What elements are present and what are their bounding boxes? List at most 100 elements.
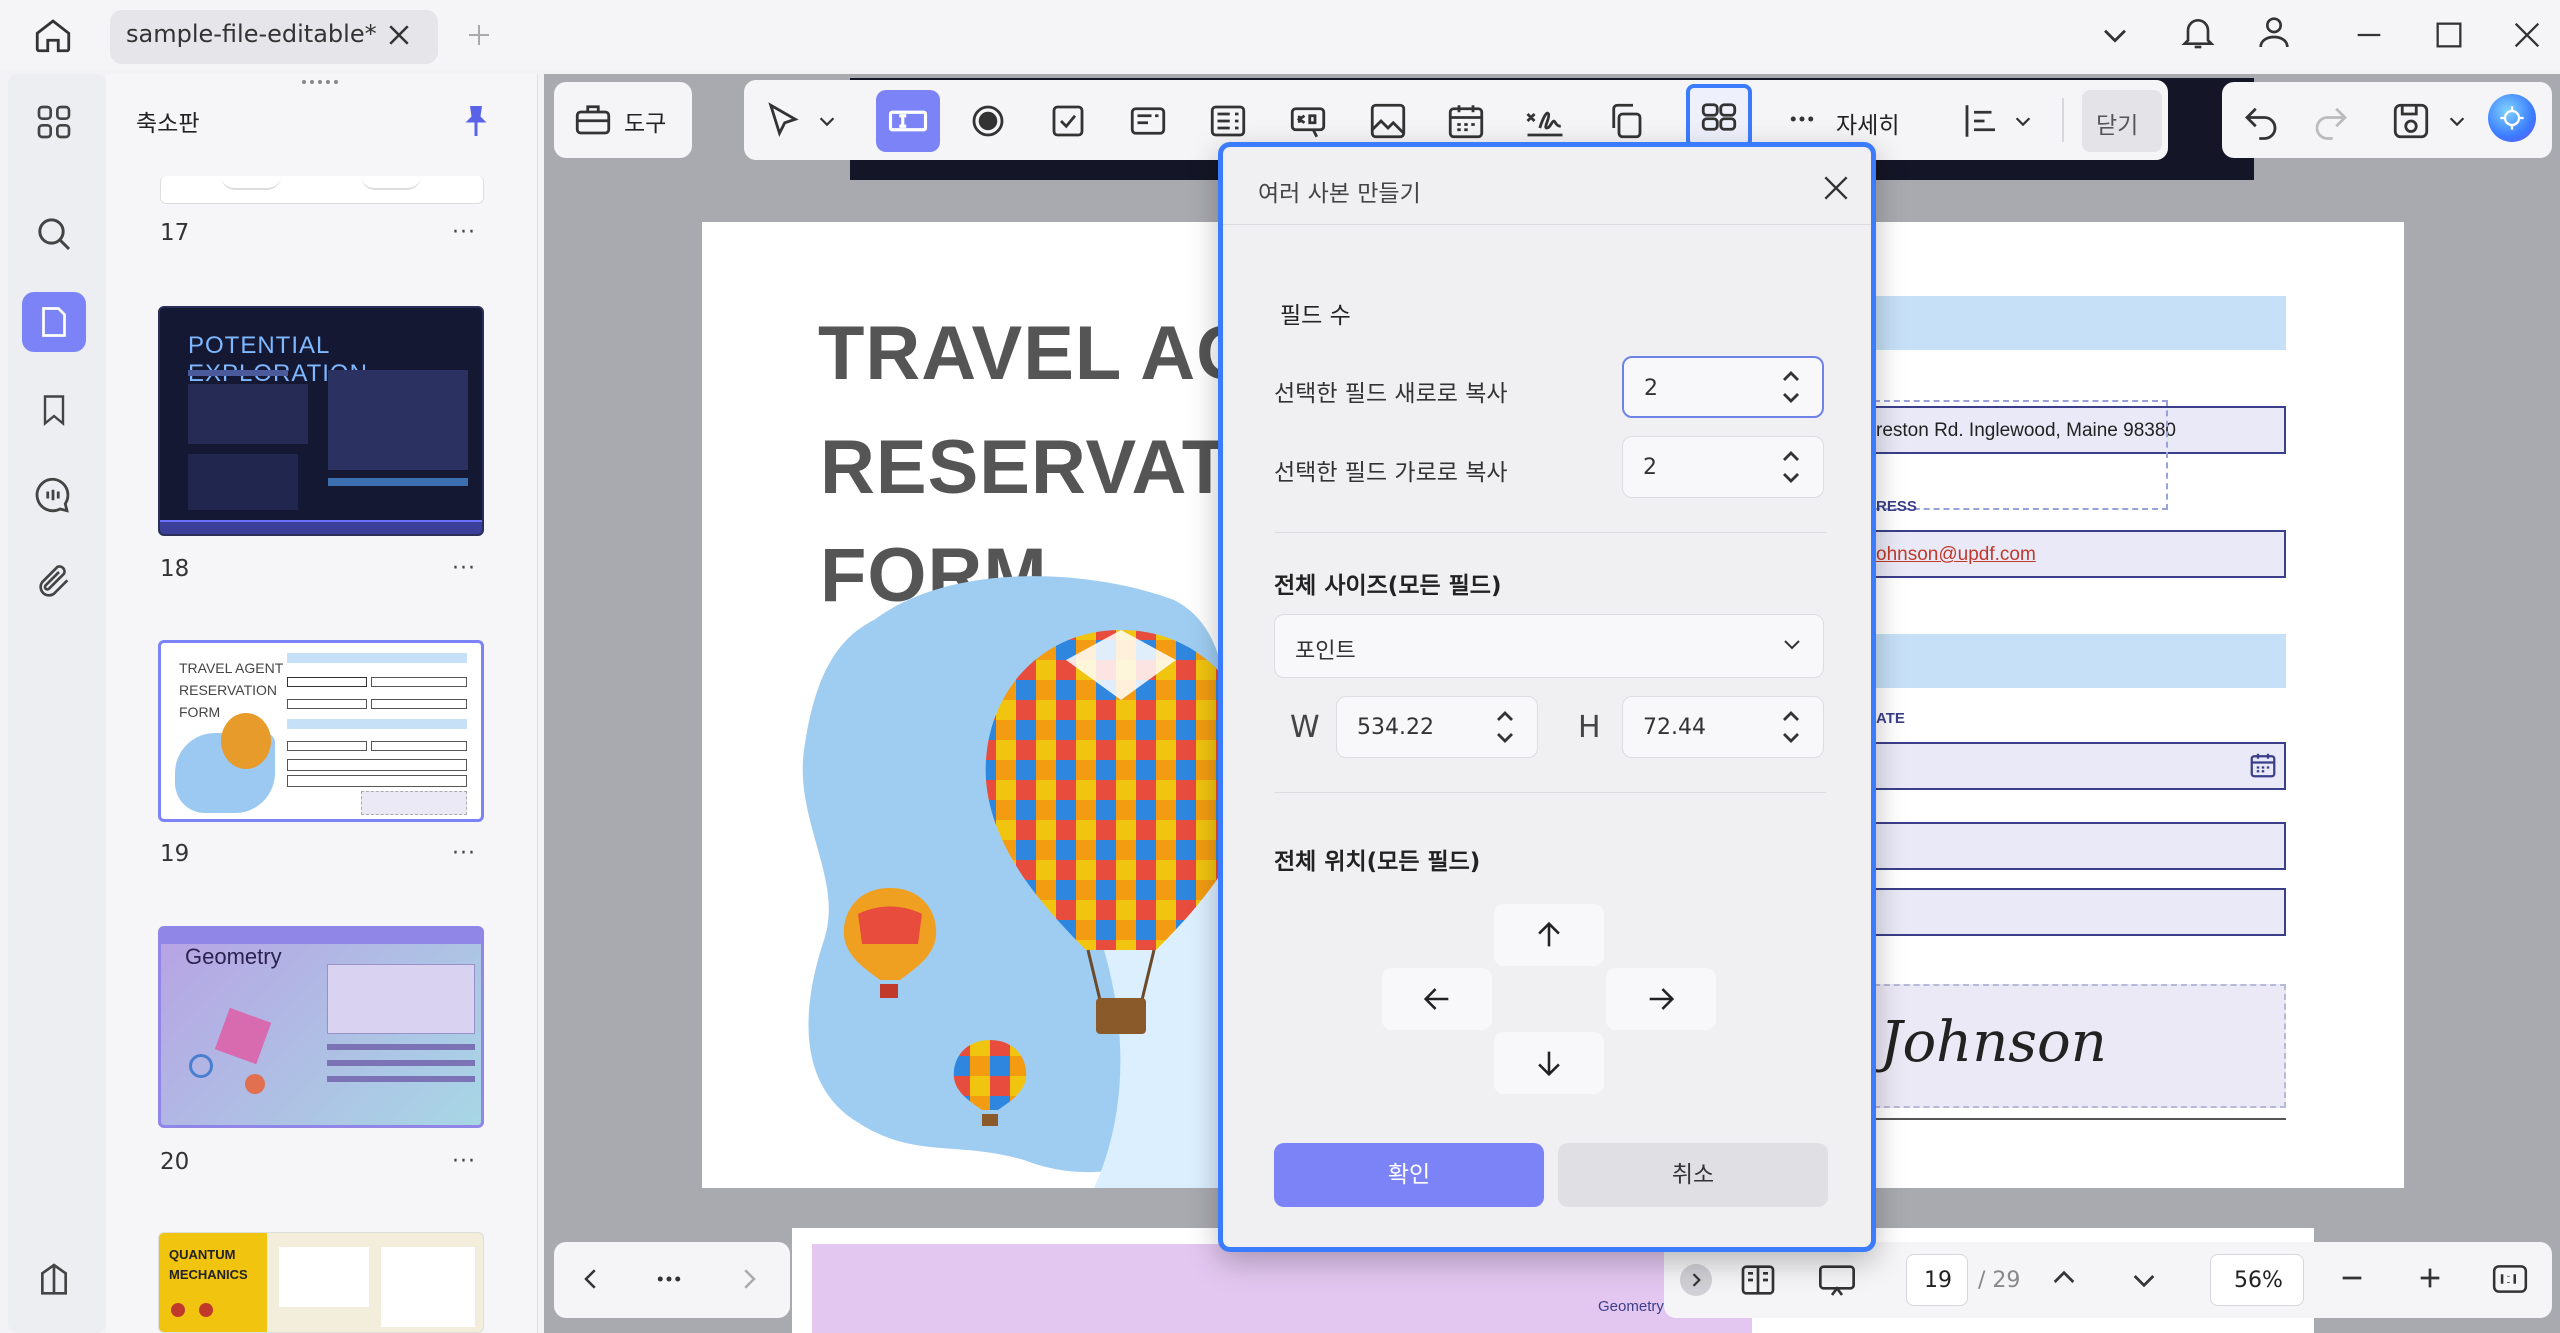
thumbnail-20-heading: Geometry xyxy=(185,944,282,969)
text-field-icon xyxy=(887,100,929,142)
page-19-more-button[interactable]: ··· xyxy=(452,841,476,866)
presentation-icon[interactable] xyxy=(1816,1260,1858,1300)
unit-selected-value: 포인트 xyxy=(1295,639,1356,664)
document-tab-title: sample-file-editable* xyxy=(126,20,377,48)
date-field[interactable] xyxy=(1874,742,2286,790)
toolbar-divider xyxy=(2062,98,2064,142)
position-heading: 전체 위치(모든 필드) xyxy=(1274,849,1481,875)
balloon-medium xyxy=(838,884,942,1004)
combo-box-icon[interactable] xyxy=(1127,100,1169,142)
minimize-icon[interactable] xyxy=(2352,18,2386,52)
page-layout-icon[interactable] xyxy=(1738,1260,1778,1300)
undo-icon[interactable] xyxy=(2240,100,2282,142)
copy-vertical-label: 선택한 필드 새로로 복사 xyxy=(1274,381,1508,407)
page-17-more-button[interactable]: ··· xyxy=(452,220,476,245)
arrow-right-icon xyxy=(1644,982,1678,1016)
calendar-icon[interactable] xyxy=(2248,750,2278,780)
chevron-down-icon[interactable] xyxy=(2098,18,2132,52)
maximize-icon[interactable] xyxy=(2432,18,2466,52)
page-thumbnail-21[interactable]: QUANTUM MECHANICS xyxy=(158,1232,484,1333)
select-cursor-icon[interactable] xyxy=(762,100,804,142)
height-stepper-icon[interactable] xyxy=(1780,706,1802,748)
checkbox-icon[interactable] xyxy=(1047,100,1089,142)
dialog-close-icon[interactable] xyxy=(1820,172,1852,204)
save-icon[interactable] xyxy=(2390,100,2432,142)
comment-icon[interactable] xyxy=(32,474,74,516)
tools-label: 도구 xyxy=(624,111,667,137)
page-thumbnail-18[interactable]: POTENTIAL EXPLORATION xyxy=(158,306,484,536)
page-up-icon[interactable] xyxy=(2048,1262,2080,1294)
panel-title: 축소판 xyxy=(136,111,200,137)
email-value: ohnson@updf.com xyxy=(1876,544,2036,565)
close-window-icon[interactable] xyxy=(2510,18,2544,52)
zoom-in-icon[interactable] xyxy=(2414,1262,2446,1294)
checkbox-row-field-1[interactable] xyxy=(1874,822,2286,870)
panel-drag-handle[interactable] xyxy=(302,80,338,88)
align-left-icon[interactable] xyxy=(1960,100,2002,142)
close-tab-icon[interactable] xyxy=(384,20,414,50)
bell-icon[interactable] xyxy=(2178,12,2218,52)
date-field-icon[interactable] xyxy=(1445,100,1487,142)
zoom-out-icon[interactable] xyxy=(2336,1262,2368,1294)
cancel-button[interactable]: 취소 xyxy=(1558,1143,1828,1207)
account-icon[interactable] xyxy=(2254,12,2294,52)
checkbox-row-field-2[interactable] xyxy=(1874,888,2286,936)
page-icon xyxy=(36,303,72,341)
copy-horizontal-value: 2 xyxy=(1643,455,1657,480)
signature-value: Johnson xyxy=(1880,1010,2107,1075)
dialog-header-divider xyxy=(1223,224,1871,225)
redo-icon[interactable] xyxy=(2310,100,2352,142)
page-down-icon[interactable] xyxy=(2128,1264,2160,1296)
search-icon[interactable] xyxy=(34,214,74,254)
current-page-value: 19 xyxy=(1924,1268,1952,1293)
total-pages-label: / 29 xyxy=(1978,1268,2021,1293)
signature-field-icon[interactable] xyxy=(1524,100,1566,142)
page-18-more-button[interactable]: ··· xyxy=(452,556,476,581)
toolbox-icon xyxy=(572,98,614,140)
width-stepper-icon[interactable] xyxy=(1494,706,1516,748)
height-label: H xyxy=(1578,710,1601,745)
page-thumbnail-19[interactable]: TRAVEL AGENT RESERVATION FORM xyxy=(158,640,484,822)
theme-icon[interactable] xyxy=(34,1260,74,1300)
copy-horizontal-stepper-icon[interactable] xyxy=(1780,446,1802,488)
left-rail xyxy=(8,74,106,1333)
apps-grid-icon[interactable] xyxy=(34,102,74,142)
section-header-bar-1 xyxy=(1874,296,2286,350)
arrow-down-icon xyxy=(1532,1046,1566,1080)
unit-select[interactable]: 포인트 xyxy=(1274,614,1824,678)
attachment-icon[interactable] xyxy=(34,562,74,602)
new-tab-icon[interactable] xyxy=(464,20,494,50)
more-label: 자세히 xyxy=(1836,113,1900,139)
cursor-dropdown-icon[interactable] xyxy=(816,110,838,132)
page-20-more-button[interactable]: ··· xyxy=(452,1149,476,1174)
field-selection-outline[interactable] xyxy=(1874,400,2168,510)
section-header-bar-2 xyxy=(1874,634,2286,688)
next-page-icon[interactable] xyxy=(734,1264,764,1294)
next-page-banner xyxy=(812,1244,1752,1333)
duplicate-field-icon[interactable] xyxy=(1605,100,1647,142)
actual-size-icon[interactable] xyxy=(2490,1260,2530,1298)
button-field-icon[interactable] xyxy=(1287,100,1329,142)
nav-more-icon[interactable] xyxy=(652,1264,686,1294)
align-dropdown-icon[interactable] xyxy=(2012,110,2034,132)
copy-vertical-stepper-icon[interactable] xyxy=(1780,366,1802,408)
balloon-small xyxy=(950,1036,1030,1130)
save-dropdown-icon[interactable] xyxy=(2446,110,2468,132)
dialog-section-divider-2 xyxy=(1274,792,1826,793)
home-icon[interactable] xyxy=(32,14,74,56)
page-thumbnail-20[interactable]: Geometry xyxy=(158,926,484,1128)
image-field-icon[interactable] xyxy=(1367,100,1409,142)
confirm-button[interactable]: 확인 xyxy=(1274,1143,1544,1207)
previous-page-icon[interactable] xyxy=(576,1264,606,1294)
page-number-18: 18 xyxy=(160,556,190,582)
dialog-title: 여러 사본 만들기 xyxy=(1258,181,1421,207)
page-thumbnail-17[interactable] xyxy=(160,176,484,204)
signature-line xyxy=(1874,1118,2286,1120)
radio-button-icon[interactable] xyxy=(967,100,1009,142)
arrow-up-icon xyxy=(1532,918,1566,952)
width-label: W xyxy=(1290,710,1320,745)
date-label: ATE xyxy=(1876,710,1905,727)
bookmark-icon[interactable] xyxy=(36,390,72,430)
pin-icon[interactable] xyxy=(458,100,494,142)
list-box-icon[interactable] xyxy=(1207,100,1249,142)
